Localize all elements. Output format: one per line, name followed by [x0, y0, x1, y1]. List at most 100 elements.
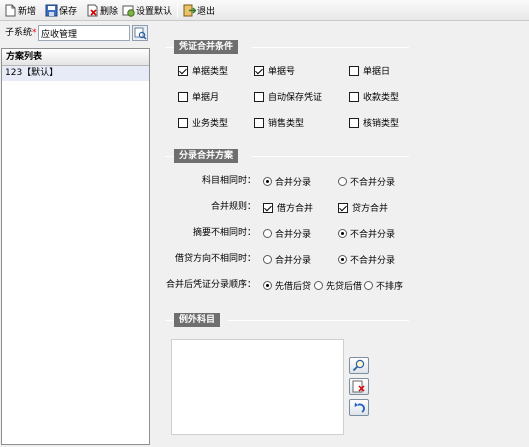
checkbox-receipt-type[interactable]: 收款类型	[349, 90, 399, 103]
radio-button[interactable]	[263, 281, 272, 290]
radio-label: 不合并分录	[350, 178, 396, 188]
undo-icon	[354, 402, 365, 413]
group-line	[252, 156, 409, 157]
entry-merge-title: 分录合并方案	[174, 149, 239, 163]
radio-direction-differs-merge[interactable]: 合并分录	[263, 253, 311, 266]
group-line	[165, 47, 174, 48]
group-line	[165, 156, 174, 157]
save-button[interactable]: 保存	[45, 2, 77, 19]
set-default-icon	[122, 5, 135, 17]
checkbox-box[interactable]	[338, 202, 348, 213]
required-mark: *	[32, 28, 37, 38]
new-document-icon	[5, 4, 16, 17]
toolbar-separator	[177, 3, 178, 18]
delete-button[interactable]: 删除	[86, 2, 118, 19]
add-exception-button[interactable]	[349, 357, 369, 374]
checkbox-label: 单据号	[268, 67, 296, 77]
radio-label: 先贷后借	[326, 282, 363, 292]
checkbox-box[interactable]	[178, 65, 188, 76]
checkbox-write-off-type[interactable]: 核销类型	[349, 116, 399, 129]
checkbox-box[interactable]	[178, 91, 188, 102]
checkbox-box[interactable]	[254, 65, 264, 76]
group-line	[165, 320, 174, 321]
checkbox-box[interactable]	[349, 117, 359, 128]
radio-button[interactable]	[364, 281, 373, 290]
radio-credit-first[interactable]: 先贷后借	[314, 279, 362, 292]
checkbox-label: 收款类型	[363, 93, 400, 103]
checkbox-debit-merge[interactable]: 借方合并	[263, 201, 313, 214]
lookup-icon	[134, 27, 147, 40]
checkbox-sales-type[interactable]: 销售类型	[254, 116, 304, 129]
checkbox-auto-save-voucher[interactable]: 自动保存凭证	[254, 90, 322, 103]
radio-button[interactable]	[263, 177, 272, 186]
entry-order-label: 合并后凭证分录顺序：	[165, 280, 256, 290]
checkbox-box[interactable]	[254, 117, 264, 128]
scheme-list-header: 方案列表	[2, 49, 149, 66]
checkbox-box[interactable]	[263, 202, 273, 213]
checkbox-label: 核销类型	[363, 119, 400, 129]
checkbox-box[interactable]	[254, 91, 264, 102]
exit-button[interactable]: 退出	[183, 2, 215, 19]
save-button-label: 保存	[59, 7, 78, 17]
delete-icon	[87, 4, 98, 17]
radio-subject-same-no-merge[interactable]: 不合并分录	[338, 175, 395, 188]
checkbox-label: 单据日	[363, 67, 391, 77]
radio-button[interactable]	[314, 281, 323, 290]
subsystem-label: 子系统*	[5, 28, 37, 38]
new-button[interactable]: 新增	[4, 2, 36, 19]
checkbox-label: 借方合并	[277, 204, 314, 214]
exit-button-label: 退出	[197, 7, 216, 17]
new-button-label: 新增	[18, 7, 37, 17]
checkbox-label: 贷方合并	[352, 204, 389, 214]
radio-button[interactable]	[338, 255, 347, 264]
checkbox-label: 单据类型	[192, 67, 229, 77]
checkbox-box[interactable]	[349, 91, 359, 102]
subject-same-label: 科目相同时：	[201, 176, 256, 186]
scheme-list-item[interactable]: 123【默认】	[2, 66, 149, 81]
subsystem-field[interactable]	[38, 25, 130, 41]
voucher-merge-title: 凭证合并条件	[174, 40, 239, 54]
radio-label: 合并分录	[275, 230, 312, 240]
radio-button[interactable]	[263, 255, 272, 264]
checkbox-label: 销售类型	[268, 119, 305, 129]
radio-debit-first[interactable]: 先借后贷	[263, 279, 311, 292]
radio-label: 合并分录	[275, 256, 312, 266]
exit-icon	[183, 4, 196, 17]
checkbox-bill-month[interactable]: 单据月	[178, 90, 219, 103]
summary-differs-label: 摘要不相同时：	[192, 228, 256, 238]
checkbox-box[interactable]	[178, 117, 188, 128]
radio-summary-differs-merge[interactable]: 合并分录	[263, 227, 311, 240]
exception-subjects-title: 例外科目	[174, 313, 221, 327]
merge-rule-label: 合并规则：	[210, 202, 256, 212]
checkbox-bill-type[interactable]: 单据类型	[178, 64, 228, 77]
checkbox-business-type[interactable]: 业务类型	[178, 116, 228, 129]
direction-differs-label: 借贷方向不相同时：	[174, 254, 256, 264]
checkbox-bill-day[interactable]: 单据日	[349, 64, 390, 77]
group-line	[252, 47, 409, 48]
set-default-button[interactable]: 设置默认	[122, 2, 172, 19]
checkbox-label: 业务类型	[192, 119, 229, 129]
radio-label: 不合并分录	[350, 256, 396, 266]
radio-button[interactable]	[263, 229, 272, 238]
remove-exception-button[interactable]	[349, 378, 369, 395]
delete-button-label: 删除	[100, 7, 119, 17]
radio-subject-same-merge[interactable]: 合并分录	[263, 175, 311, 188]
radio-direction-differs-no-merge[interactable]: 不合并分录	[338, 253, 395, 266]
checkbox-label: 自动保存凭证	[268, 93, 323, 103]
radio-button[interactable]	[338, 177, 347, 186]
radio-button[interactable]	[338, 229, 347, 238]
scheme-list-panel: 方案列表 123【默认】	[1, 48, 150, 445]
checkbox-credit-merge[interactable]: 贷方合并	[338, 201, 388, 214]
subsystem-lookup-button[interactable]	[132, 25, 148, 41]
radio-no-sort[interactable]: 不排序	[364, 279, 403, 292]
set-default-button-label: 设置默认	[136, 7, 173, 17]
radio-summary-differs-no-merge[interactable]: 不合并分录	[338, 227, 395, 240]
exception-subjects-list[interactable]	[171, 339, 344, 435]
checkbox-label: 单据月	[192, 93, 220, 103]
checkbox-box[interactable]	[349, 65, 359, 76]
group-line	[228, 320, 409, 321]
toolbar: 新增 保存 删除 设置默认 退出	[0, 0, 529, 21]
radio-label: 先借后贷	[275, 282, 312, 292]
undo-exception-button[interactable]	[349, 399, 369, 416]
checkbox-bill-number[interactable]: 单据号	[254, 64, 295, 77]
